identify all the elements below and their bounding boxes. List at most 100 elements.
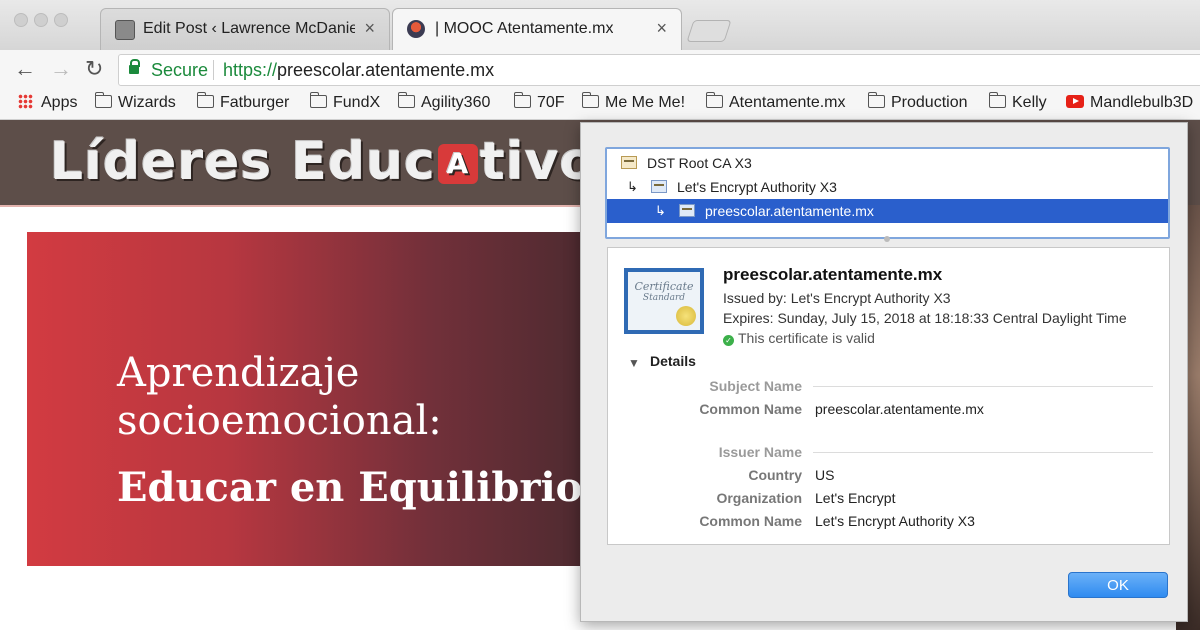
bookmark-label: 70F xyxy=(537,94,565,111)
folder-icon xyxy=(867,92,885,108)
address-bar[interactable]: Secure https://preescolar.atentamente.mx xyxy=(118,54,1200,86)
certificate-name: preescolar.atentamente.mx xyxy=(723,265,943,284)
apps-grid-icon xyxy=(18,94,33,109)
url-host: preescolar.atentamente.mx xyxy=(277,60,495,80)
chain-item-label: preescolar.atentamente.mx xyxy=(705,203,874,219)
secure-label[interactable]: Secure xyxy=(151,60,208,81)
organization-label: Organization xyxy=(716,490,802,506)
tab-mooc[interactable]: | MOOC Atentamente.mx × xyxy=(392,8,682,50)
browser-toolbar: ← → ↻ Secure https://preescolar.atentame… xyxy=(0,50,1200,90)
subject-cn-label: Common Name xyxy=(699,401,802,417)
split-handle[interactable] xyxy=(884,236,890,242)
country-label: Country xyxy=(748,467,802,483)
hero-banner[interactable]: Aprendizaje socioemocional: Educar en Eq… xyxy=(27,232,602,566)
lock-icon[interactable] xyxy=(129,59,140,74)
bookmark-label: FundX xyxy=(333,94,381,111)
bookmark-agility360[interactable]: Agility360 xyxy=(397,92,491,112)
avatar-favicon-icon xyxy=(115,20,135,40)
minimize-window-button[interactable] xyxy=(34,13,48,27)
hero-title-line2: socioemocional: xyxy=(117,398,442,444)
tab-title: Edit Post ‹ Lawrence McDaniel xyxy=(143,20,355,37)
logo-text: Líderes Educ xyxy=(50,132,437,192)
validity-status: ✓ This certificate is valid xyxy=(723,330,875,346)
issued-by: Issued by: Let's Encrypt Authority X3 xyxy=(723,290,951,306)
bookmark-kelly[interactable]: Kelly xyxy=(988,92,1047,112)
forward-icon[interactable]: → xyxy=(50,56,72,82)
folder-icon xyxy=(988,92,1006,108)
bookmark-label: Production xyxy=(891,94,968,111)
bookmark-fundx[interactable]: FundX xyxy=(309,92,381,112)
bookmark-atentamente[interactable]: Atentamente.mx xyxy=(705,92,846,112)
bookmark-label: Fatburger xyxy=(220,94,290,111)
details-label[interactable]: Details xyxy=(650,353,696,369)
issuer-name-header: Issuer Name xyxy=(718,444,802,460)
folder-icon xyxy=(309,92,327,108)
chain-item-intermediate[interactable]: ↳ Let's Encrypt Authority X3 xyxy=(607,175,1168,199)
subject-name-header: Subject Name xyxy=(709,378,802,394)
seal-icon xyxy=(676,306,696,326)
site-logo[interactable]: Líderes Educ Ativos xyxy=(50,132,628,192)
bookmarks-bar: Apps Wizards Fatburger FundX Agility360 … xyxy=(0,90,1200,120)
bookmark-wizards[interactable]: Wizards xyxy=(94,92,176,112)
folder-icon xyxy=(397,92,415,108)
divider xyxy=(813,386,1153,387)
bookmark-apps[interactable]: Apps xyxy=(18,94,77,112)
chain-item-label: Let's Encrypt Authority X3 xyxy=(677,179,837,195)
issuer-cn-label: Common Name xyxy=(699,513,802,529)
close-icon[interactable]: × xyxy=(656,18,667,39)
divider xyxy=(813,452,1153,453)
folder-icon xyxy=(705,92,723,108)
certificate-icon xyxy=(679,204,695,217)
tab-bar: Edit Post ‹ Lawrence McDaniel × | MOOC A… xyxy=(0,0,1200,50)
disclosure-triangle-icon[interactable]: ▼ xyxy=(628,356,640,370)
youtube-icon xyxy=(1066,95,1084,108)
organization-value: Let's Encrypt xyxy=(815,490,896,506)
certificate-chain-list[interactable]: DST Root CA X3 ↳ Let's Encrypt Authority… xyxy=(605,147,1170,239)
bookmark-me-me-me[interactable]: Me Me Me! xyxy=(581,92,686,112)
folder-icon xyxy=(196,92,214,108)
chain-item-root[interactable]: DST Root CA X3 xyxy=(607,151,1168,175)
subject-cn-value: preescolar.atentamente.mx xyxy=(815,401,984,417)
bookmark-fatburger[interactable]: Fatburger xyxy=(196,92,290,112)
bookmark-label: Atentamente.mx xyxy=(729,94,846,111)
issuer-cn-value: Let's Encrypt Authority X3 xyxy=(815,513,975,529)
bookmark-70f[interactable]: 70F xyxy=(513,92,565,112)
certificate-sheet: DST Root CA X3 ↳ Let's Encrypt Authority… xyxy=(580,122,1188,622)
folder-icon xyxy=(581,92,599,108)
close-icon[interactable]: × xyxy=(364,18,375,39)
icon-caption: Standard xyxy=(642,293,686,303)
close-window-button[interactable] xyxy=(14,13,28,27)
certificate-icon xyxy=(621,156,637,169)
bookmark-mandlebulb3d[interactable]: Mandlebulb3D xyxy=(1066,94,1193,112)
hierarchy-arrow-icon: ↳ xyxy=(627,179,638,194)
logo-a-block-icon: A xyxy=(438,144,479,184)
certificate-details: Certificate Standard preescolar.atentamen… xyxy=(607,247,1170,545)
expires: Expires: Sunday, July 15, 2018 at 18:18:… xyxy=(723,310,1127,326)
back-icon[interactable]: ← xyxy=(14,56,36,82)
hierarchy-arrow-icon: ↳ xyxy=(655,203,666,218)
bookmark-production[interactable]: Production xyxy=(867,92,968,112)
hero-title-line3: Educar en Equilibrio xyxy=(117,464,583,511)
ok-button[interactable]: OK xyxy=(1068,572,1168,598)
new-tab-button[interactable] xyxy=(686,20,732,42)
folder-icon xyxy=(94,92,112,108)
hero-title-line1: Aprendizaje xyxy=(117,350,360,396)
site-favicon-icon xyxy=(407,20,425,38)
bookmark-label: Apps xyxy=(41,94,78,111)
url-text[interactable]: https://preescolar.atentamente.mx xyxy=(223,60,494,81)
certificate-icon xyxy=(651,180,667,193)
icon-caption: Certificate xyxy=(634,280,694,293)
chain-item-leaf[interactable]: ↳ preescolar.atentamente.mx xyxy=(607,199,1168,223)
bookmark-label: Me Me Me! xyxy=(605,94,686,111)
bookmark-label: Wizards xyxy=(118,94,176,111)
tab-title: | MOOC Atentamente.mx xyxy=(435,20,614,37)
folder-icon xyxy=(513,92,531,108)
url-scheme: https:// xyxy=(223,60,278,80)
check-icon: ✓ xyxy=(723,335,734,346)
zoom-window-button[interactable] xyxy=(54,13,68,27)
reload-icon[interactable]: ↻ xyxy=(85,56,103,82)
bookmark-label: Agility360 xyxy=(421,94,491,111)
country-value: US xyxy=(815,467,835,483)
tab-edit-post[interactable]: Edit Post ‹ Lawrence McDaniel × xyxy=(100,8,390,50)
bookmark-label: Mandlebulb3D xyxy=(1090,94,1194,111)
